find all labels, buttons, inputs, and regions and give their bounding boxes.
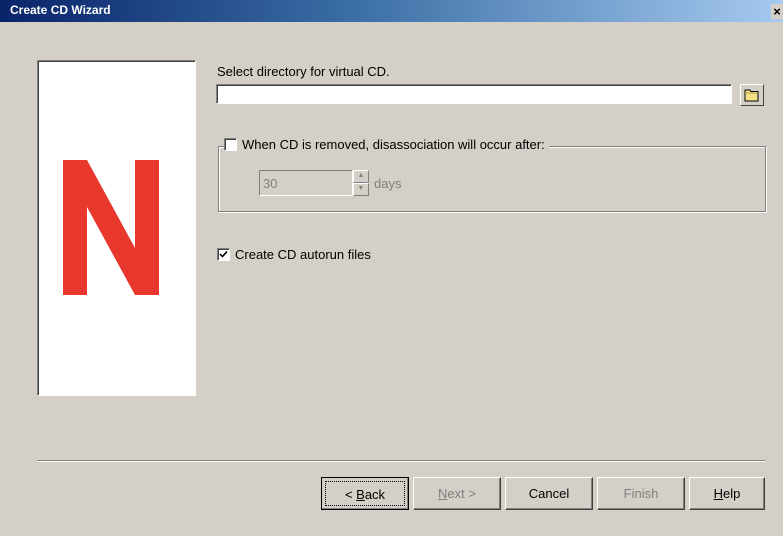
- disassociation-days-input[interactable]: [259, 170, 353, 196]
- autorun-label: Create CD autorun files: [235, 247, 371, 262]
- focus-rectangle: < Back: [325, 481, 405, 506]
- directory-input[interactable]: [216, 84, 732, 104]
- disassociation-label: When CD is removed, disassociation will …: [242, 137, 545, 152]
- disassociation-option[interactable]: When CD is removed, disassociation will …: [224, 137, 549, 155]
- days-unit-label: days: [374, 176, 402, 191]
- checkmark-icon: [219, 250, 228, 258]
- directory-label: Select directory for virtual CD.: [217, 64, 390, 79]
- finish-button[interactable]: Finish: [597, 477, 685, 510]
- next-button[interactable]: Next >: [413, 477, 501, 510]
- spin-down-button[interactable]: ▼: [353, 183, 369, 196]
- title-bar: Create CD Wizard ×: [0, 0, 783, 22]
- folder-icon: [744, 89, 759, 102]
- logo-panel: [37, 60, 196, 396]
- window-title: Create CD Wizard: [10, 3, 111, 17]
- cancel-button[interactable]: Cancel: [505, 477, 593, 510]
- browse-directory-button[interactable]: [740, 84, 764, 106]
- disassociation-checkbox[interactable]: [224, 138, 237, 151]
- novell-logo-icon: [63, 160, 159, 295]
- back-button[interactable]: < Back: [321, 477, 409, 510]
- autorun-option[interactable]: Create CD autorun files: [217, 247, 371, 262]
- close-button[interactable]: ×: [771, 4, 783, 19]
- spin-up-button[interactable]: ▲: [353, 170, 369, 183]
- autorun-checkbox[interactable]: [217, 248, 230, 261]
- help-button[interactable]: Help: [689, 477, 765, 510]
- button-separator: [37, 460, 765, 462]
